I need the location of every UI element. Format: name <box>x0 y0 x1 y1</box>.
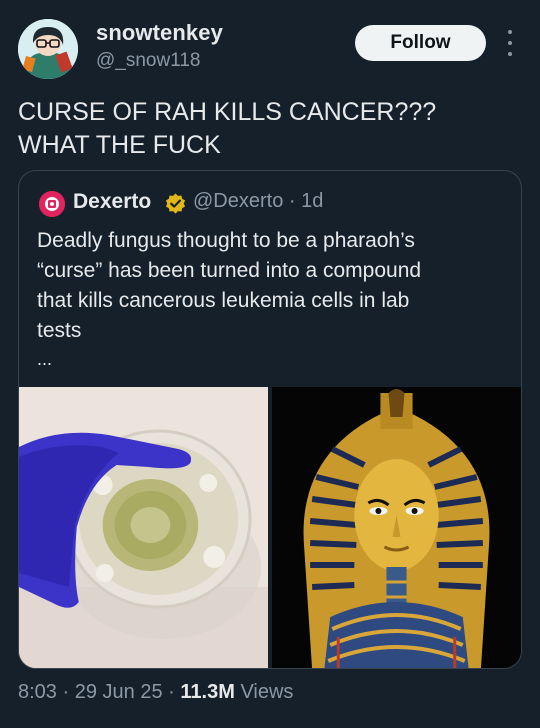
author-avatar[interactable] <box>18 19 78 79</box>
quoted-tweet-text: Deadly fungus thought to be a pharaoh’s … <box>37 229 422 342</box>
author-handle[interactable]: @_snow118 <box>96 50 201 72</box>
author-display-name[interactable]: snowtenkey <box>96 20 223 46</box>
meta-separator: · <box>62 681 70 703</box>
meta-separator: · <box>168 681 175 703</box>
tweet-text: CURSE OF RAH KILLS CANCER??? WHAT THE FU… <box>18 98 437 159</box>
tweet-time[interactable]: 8:03 <box>18 681 57 703</box>
more-options-icon[interactable] <box>505 30 515 56</box>
views-label: Views <box>240 681 294 703</box>
petri-dish-photo[interactable] <box>19 387 268 668</box>
tweet-card: snowtenkey @_snow118 Follow CURSE OF RAH… <box>0 0 540 728</box>
quoted-separator: · <box>288 190 296 212</box>
quoted-handle-and-age: @Dexerto · 1d <box>193 190 323 213</box>
quoted-tweet-age[interactable]: 1d <box>301 190 323 212</box>
views-count: 11.3M <box>180 681 235 703</box>
quoted-tweet-ellipsis: ... <box>37 349 53 369</box>
quoted-author-handle[interactable]: @Dexerto <box>193 190 283 212</box>
quoted-media-grid <box>19 387 521 668</box>
tweet-date[interactable]: 29 Jun 25 <box>75 681 163 703</box>
tweet-meta: 8:03 · 29 Jun 25 · 11.3M Views <box>18 681 293 704</box>
verified-badge-icon <box>165 193 186 214</box>
quoted-author-name[interactable]: Dexerto <box>73 190 151 214</box>
pharaoh-mask-photo[interactable] <box>272 387 521 668</box>
quoted-tweet[interactable]: Dexerto @Dexerto · 1d Deadly fungus thou… <box>18 170 522 669</box>
follow-button[interactable]: Follow <box>355 25 486 61</box>
quoted-author-avatar[interactable] <box>39 191 65 217</box>
